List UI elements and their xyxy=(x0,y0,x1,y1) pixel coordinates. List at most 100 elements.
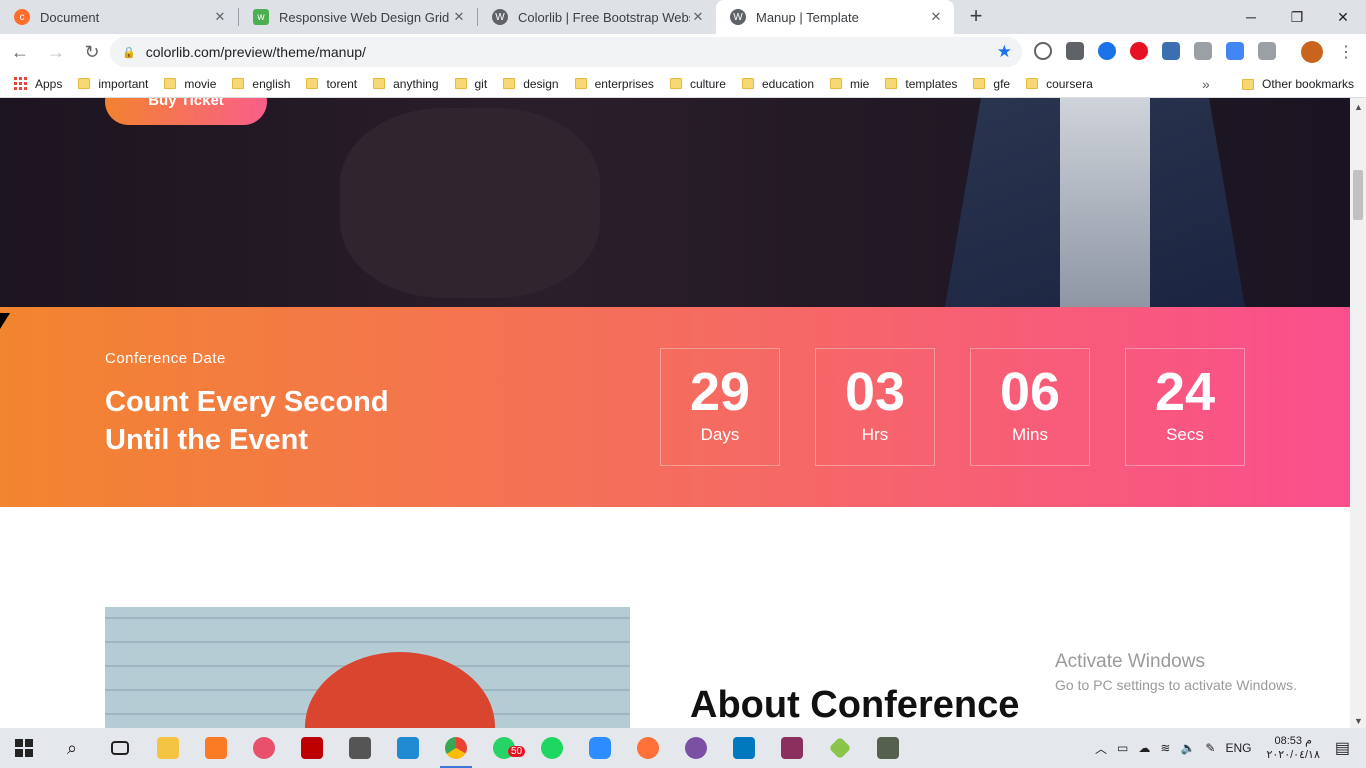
buy-ticket-button[interactable]: Buy Ticket xyxy=(105,98,267,125)
task-view-icon[interactable] xyxy=(96,728,144,768)
hero-shadow-shape xyxy=(340,108,600,298)
lock-icon: 🔒 xyxy=(122,46,136,59)
bookmark-folder-gfe[interactable]: gfe xyxy=(965,70,1018,98)
opera-extension-icon[interactable] xyxy=(1130,42,1148,60)
tab-colorlib[interactable]: W Colorlib | Free Bootstrap Website ✕ xyxy=(478,0,716,34)
close-icon[interactable]: ✕ xyxy=(690,9,706,25)
trello-icon[interactable] xyxy=(720,728,768,768)
firefox-icon[interactable] xyxy=(624,728,672,768)
new-tab-button[interactable]: + xyxy=(962,3,990,31)
bookmark-folder-enterprises[interactable]: enterprises xyxy=(567,70,662,98)
wordpress-icon: W xyxy=(492,9,508,25)
close-icon[interactable]: ✕ xyxy=(451,9,467,25)
tab-document[interactable]: c Document ✕ xyxy=(0,0,238,34)
bookmark-star-icon[interactable]: ★ xyxy=(997,42,1012,62)
minimize-button[interactable]: ─ xyxy=(1228,0,1274,34)
chrome-icon[interactable] xyxy=(432,728,480,768)
filezilla-icon[interactable] xyxy=(288,728,336,768)
activate-windows-watermark: Activate Windows Go to PC settings to ac… xyxy=(1055,651,1297,693)
tab-responsive-grid[interactable]: w Responsive Web Design Grid ✕ xyxy=(239,0,477,34)
countdown-hours: 03 Hrs xyxy=(815,348,935,466)
other-bookmarks[interactable]: Other bookmarks xyxy=(1234,70,1362,98)
profile-avatar[interactable] xyxy=(1301,41,1323,63)
close-icon[interactable]: ✕ xyxy=(212,9,228,25)
bookmark-label: culture xyxy=(689,76,726,91)
extension-icon[interactable] xyxy=(1098,42,1116,60)
bookmark-folder-important[interactable]: important xyxy=(70,70,156,98)
taskbar-clock[interactable]: 08:53 م ٢٠٢٠/٠٤/١٨ xyxy=(1266,734,1319,762)
more-bookmarks-chevron-icon[interactable]: » xyxy=(1202,76,1210,92)
snipping-tool-icon[interactable] xyxy=(240,728,288,768)
download-extension-icon[interactable] xyxy=(1162,42,1180,60)
maximize-button[interactable]: ❐ xyxy=(1274,0,1320,34)
translate-page-extension-icon[interactable] xyxy=(1258,42,1276,60)
w3schools-icon: w xyxy=(253,9,269,25)
bookmark-folder-torent[interactable]: torent xyxy=(298,70,365,98)
folder-icon xyxy=(164,78,177,89)
git-bash-icon[interactable] xyxy=(336,728,384,768)
bookmark-label: mie xyxy=(850,76,870,91)
wordpress-icon: W xyxy=(730,9,746,25)
bookmark-folder-git[interactable]: git xyxy=(447,70,496,98)
bookmark-folder-coursera[interactable]: coursera xyxy=(1018,70,1101,98)
vscode-icon[interactable] xyxy=(384,728,432,768)
bookmark-folder-design[interactable]: design xyxy=(495,70,566,98)
block-extension-icon[interactable] xyxy=(1034,42,1052,60)
pen-icon[interactable]: ✎ xyxy=(1205,741,1215,755)
file-explorer-icon[interactable] xyxy=(144,728,192,768)
tab-manup[interactable]: W Manup | Template ✕ xyxy=(716,0,954,34)
forward-button[interactable]: → xyxy=(40,36,72,68)
language-indicator[interactable]: ENG xyxy=(1225,741,1251,755)
translate-extension-icon[interactable] xyxy=(1226,42,1244,60)
paint-icon[interactable] xyxy=(816,728,864,768)
bookmark-folder-anything[interactable]: anything xyxy=(365,70,446,98)
bookmark-folder-culture[interactable]: culture xyxy=(662,70,734,98)
cpanel-icon: c xyxy=(14,9,30,25)
page-scrollbar[interactable]: ▲ ▼ xyxy=(1350,98,1366,728)
folder-icon xyxy=(503,78,516,89)
onedrive-icon[interactable]: ☁ xyxy=(1138,741,1150,755)
bookmark-folder-education[interactable]: education xyxy=(734,70,822,98)
folder-icon xyxy=(1026,78,1039,89)
address-bar[interactable]: 🔒 colorlib.com/preview/theme/manup/ ★ xyxy=(110,37,1022,67)
scroll-down-arrow-icon[interactable]: ▼ xyxy=(1354,716,1363,726)
volume-icon[interactable]: 🔈 xyxy=(1180,741,1195,755)
chrome-menu-icon[interactable]: ⋮ xyxy=(1338,42,1354,62)
device-app-icon[interactable] xyxy=(864,728,912,768)
tab-title: Manup | Template xyxy=(756,9,859,25)
bookmark-label: git xyxy=(474,76,488,91)
back-button[interactable]: ← xyxy=(4,36,36,68)
cube-extension-icon[interactable] xyxy=(1194,42,1212,60)
hero-person-shirt xyxy=(1060,98,1150,307)
close-icon[interactable]: ✕ xyxy=(928,9,944,25)
spotify-icon[interactable] xyxy=(528,728,576,768)
bookmark-folder-english[interactable]: english xyxy=(224,70,298,98)
countdown-label: Days xyxy=(700,425,740,444)
search-icon[interactable]: ⌕ xyxy=(48,728,96,768)
bookmark-apps[interactable]: Apps xyxy=(0,70,70,98)
notifications-icon[interactable]: ▤ xyxy=(1335,738,1350,758)
whatsapp-icon[interactable]: 50 xyxy=(480,728,528,768)
bookmark-folder-templates[interactable]: templates xyxy=(877,70,965,98)
bookmark-label: torent xyxy=(326,76,358,91)
start-button[interactable] xyxy=(0,728,48,768)
reload-button[interactable]: ↻ xyxy=(76,36,108,68)
xampp-icon[interactable] xyxy=(192,728,240,768)
tab-title: Responsive Web Design Grid xyxy=(279,9,450,25)
bookmark-folder-movie[interactable]: movie xyxy=(156,70,224,98)
bookmark-folder-mie[interactable]: mie xyxy=(822,70,877,98)
facebook-extension-icon[interactable] xyxy=(1066,42,1084,60)
scroll-up-arrow-icon[interactable]: ▲ xyxy=(1354,102,1363,112)
wifi-icon[interactable]: ≋ xyxy=(1160,741,1170,755)
scrollbar-thumb[interactable] xyxy=(1353,170,1363,220)
folder-icon xyxy=(306,78,319,89)
battery-icon[interactable]: ▭ xyxy=(1117,741,1128,755)
app-icon[interactable] xyxy=(672,728,720,768)
activate-title: Activate Windows xyxy=(1055,651,1205,672)
countdown-value: 29 xyxy=(689,362,751,422)
close-window-button[interactable]: ✕ xyxy=(1320,0,1366,34)
folder-icon xyxy=(1242,78,1254,90)
zoom-icon[interactable] xyxy=(576,728,624,768)
winrar-icon[interactable] xyxy=(768,728,816,768)
show-hidden-icons-chevron-icon[interactable]: ︿ xyxy=(1095,740,1107,757)
